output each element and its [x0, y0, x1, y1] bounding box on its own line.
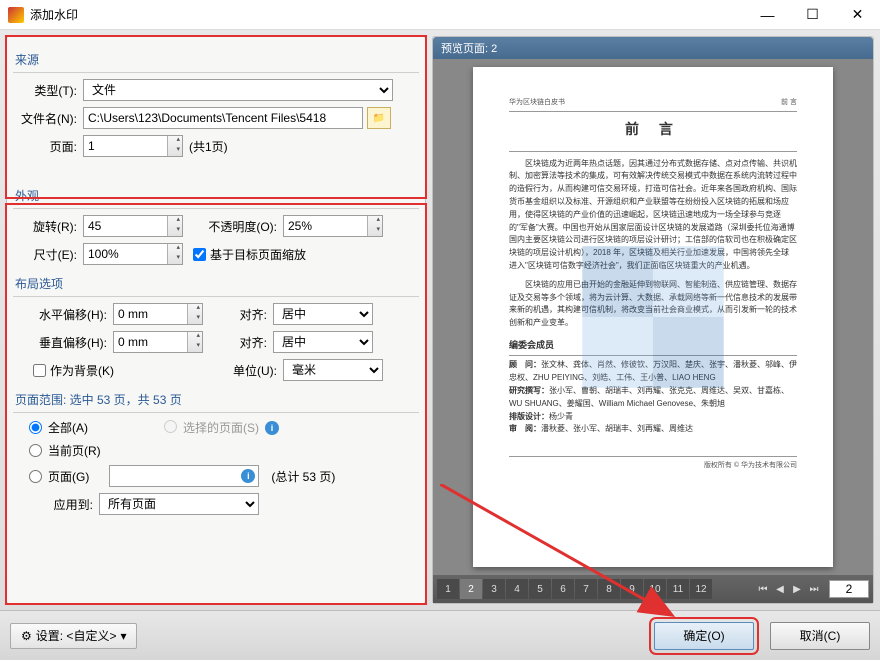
- thumb-6[interactable]: 6: [552, 579, 574, 599]
- doc-title: 前 言: [509, 118, 797, 140]
- preview-header: 预览页面: 2: [433, 37, 873, 59]
- maximize-button[interactable]: ☐: [790, 0, 835, 30]
- target-scale-cb[interactable]: [193, 248, 206, 261]
- applyto-select[interactable]: 所有页面: [99, 493, 259, 515]
- valign-select[interactable]: 居中: [273, 331, 373, 353]
- thumb-last[interactable]: ⏭: [806, 584, 822, 595]
- info-icon[interactable]: i: [265, 421, 279, 435]
- range-page-label: 页面(G): [48, 468, 89, 485]
- scale-spinner[interactable]: [83, 243, 183, 265]
- range-current-label: 当前页(R): [48, 442, 101, 459]
- thumb-2[interactable]: 2: [460, 579, 482, 599]
- thumb-7[interactable]: 7: [575, 579, 597, 599]
- doc-header-right: 前 言: [781, 97, 797, 108]
- range-page-input[interactable]: [109, 465, 259, 487]
- thumb-1[interactable]: 1: [437, 579, 459, 599]
- background-cb[interactable]: [33, 364, 46, 377]
- range-current-radio[interactable]: [29, 444, 42, 457]
- page-label: 页面:: [13, 138, 83, 155]
- section-pagerange: 页面范围: 选中 53 页，共 53 页: [13, 387, 419, 413]
- doc-copyright: 版权所有 © 华为技术有限公司: [509, 460, 797, 471]
- thumb-5[interactable]: 5: [529, 579, 551, 599]
- rotate-spinner[interactable]: [83, 215, 183, 237]
- halign-label: 对齐:: [213, 306, 273, 323]
- voffset-spinner[interactable]: [113, 331, 203, 353]
- minimize-button[interactable]: —: [745, 0, 790, 30]
- range-all-radio[interactable]: [29, 421, 42, 434]
- thumb-3[interactable]: 3: [483, 579, 505, 599]
- unit-select[interactable]: 毫米: [283, 359, 383, 381]
- hoffset-spinner[interactable]: [113, 303, 203, 325]
- range-selected-label: 选择的页面(S): [183, 419, 259, 436]
- scale-label: 尺寸(E):: [13, 246, 83, 263]
- close-button[interactable]: ✕: [835, 0, 880, 30]
- type-select[interactable]: 文件: [83, 79, 393, 101]
- chevron-down-icon: ▾: [120, 629, 126, 643]
- range-selected-radio: [164, 420, 177, 433]
- background-checkbox[interactable]: 作为背景(K): [33, 362, 213, 379]
- range-page-total: (总计 53 页): [271, 468, 335, 485]
- applyto-label: 应用到:: [29, 496, 99, 513]
- section-source: 来源: [13, 47, 419, 73]
- doc-layoutname: 杨少青: [549, 412, 573, 421]
- page-spinner[interactable]: [83, 135, 183, 157]
- gear-icon: ⚙: [21, 629, 32, 643]
- settings-dropdown[interactable]: ⚙ 设置: <自定义> ▾: [10, 623, 137, 649]
- thumb-next[interactable]: ▶: [789, 584, 805, 595]
- window-title: 添加水印: [30, 6, 745, 23]
- browse-button[interactable]: 📁: [367, 107, 391, 129]
- range-all-label: 全部(A): [48, 419, 88, 436]
- thumb-4[interactable]: 4: [506, 579, 528, 599]
- thumb-strip: 123456789101112 ⏮ ◀ ▶ ⏭: [433, 575, 873, 603]
- app-icon: [8, 7, 24, 23]
- footer: ⚙ 设置: <自定义> ▾ 确定(O) 取消(C): [0, 610, 880, 660]
- unit-label: 单位(U):: [213, 362, 283, 379]
- thumb-first[interactable]: ⏮: [755, 584, 771, 595]
- preview-panel: 预览页面: 2 华为区块链白皮书 前 言 前 言 区块链成为近两年热点话题，因其…: [432, 36, 874, 604]
- preview-body: 华为区块链白皮书 前 言 前 言 区块链成为近两年热点话题，因其通过分布式数据存…: [433, 59, 873, 575]
- thumb-12[interactable]: 12: [690, 579, 712, 599]
- opacity-spinner[interactable]: [283, 215, 383, 237]
- valign-label: 对齐:: [213, 334, 273, 351]
- section-appearance: 外观: [13, 183, 419, 209]
- range-page-radio[interactable]: [29, 470, 42, 483]
- cancel-button[interactable]: 取消(C): [770, 622, 870, 650]
- target-scale-checkbox[interactable]: 基于目标页面缩放: [193, 246, 306, 263]
- preview-page: 华为区块链白皮书 前 言 前 言 区块链成为近两年热点话题，因其通过分布式数据存…: [473, 67, 833, 567]
- filename-label: 文件名(N):: [13, 110, 83, 127]
- thumb-10[interactable]: 10: [644, 579, 666, 599]
- opacity-label: 不透明度(O):: [193, 218, 283, 235]
- main-area: 来源 类型(T): 文件 文件名(N): 📁 页面: (共1页) 外观 旋转(R…: [0, 30, 880, 610]
- doc-header-left: 华为区块链白皮书: [509, 97, 565, 108]
- thumb-11[interactable]: 11: [667, 579, 689, 599]
- settings-panel: 来源 类型(T): 文件 文件名(N): 📁 页面: (共1页) 外观 旋转(R…: [6, 36, 426, 604]
- thumb-9[interactable]: 9: [621, 579, 643, 599]
- section-layout: 布局选项: [13, 271, 419, 297]
- thumb-prev[interactable]: ◀: [772, 584, 788, 595]
- thumb-8[interactable]: 8: [598, 579, 620, 599]
- thumb-page-input[interactable]: [829, 580, 869, 598]
- titlebar: 添加水印 — ☐ ✕: [0, 0, 880, 30]
- hoffset-label: 水平偏移(H):: [13, 306, 113, 323]
- type-label: 类型(T):: [13, 82, 83, 99]
- ok-button[interactable]: 确定(O): [654, 622, 754, 650]
- page-total: (共1页): [189, 138, 228, 155]
- filename-input[interactable]: [83, 107, 363, 129]
- halign-select[interactable]: 居中: [273, 303, 373, 325]
- rotate-label: 旋转(R):: [13, 218, 83, 235]
- voffset-label: 垂直偏移(H):: [13, 334, 113, 351]
